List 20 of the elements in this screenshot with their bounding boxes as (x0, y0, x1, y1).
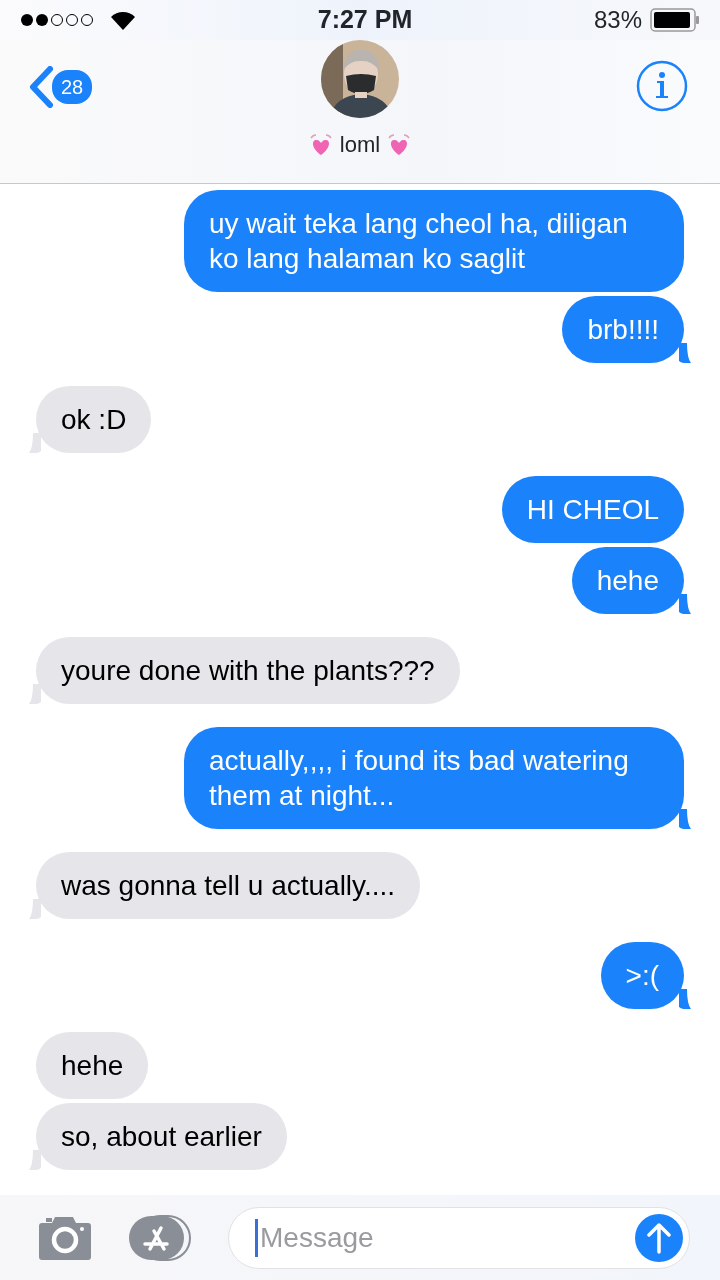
arrow-up-icon (647, 1221, 671, 1254)
heart-icon (307, 132, 334, 157)
battery-icon (650, 8, 700, 32)
back-button[interactable]: 28 (28, 66, 93, 108)
unread-count: 28 (52, 70, 93, 104)
contact-name[interactable]: loml (339, 128, 381, 161)
app-store-icon[interactable] (128, 1214, 192, 1261)
camera-icon[interactable] (38, 1214, 92, 1261)
status-time: 7:27 PM (317, 4, 413, 36)
message-bubble: uy wait teka lang cheol ha, diligan ko lang halaman ko saglit (184, 190, 684, 292)
info-button[interactable] (636, 60, 688, 112)
message-field[interactable]: Message (228, 1206, 690, 1269)
wifi-icon (110, 10, 136, 30)
chevron-icon (28, 66, 56, 108)
message-bubble: hehe (36, 1032, 149, 1099)
signal-icon (20, 13, 94, 27)
send-button[interactable] (635, 1213, 683, 1262)
battery-percent: 83% (593, 5, 642, 35)
heart-icon (386, 132, 413, 157)
message-bubble: HI CHEOL (501, 476, 684, 543)
